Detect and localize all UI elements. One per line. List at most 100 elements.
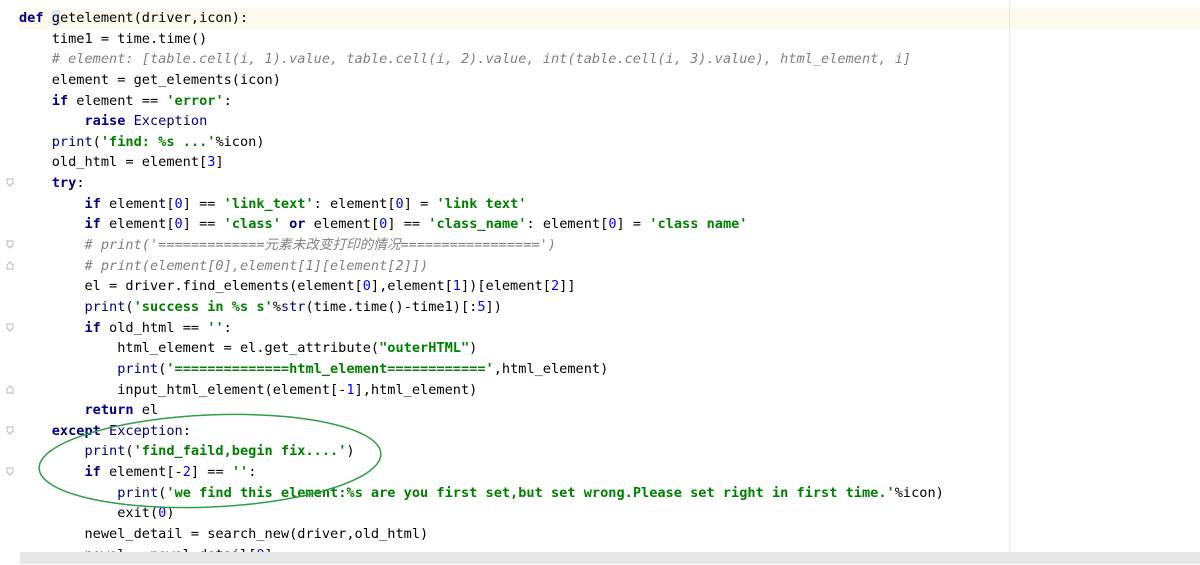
code-token: ( <box>92 133 101 150</box>
code-token: '==============html_element============' <box>166 360 494 377</box>
fold-marker-icon[interactable] <box>6 178 14 187</box>
code-token: : element[ <box>313 195 396 212</box>
code-token: if <box>84 319 101 336</box>
editor-gutter[interactable] <box>0 0 18 564</box>
code-text-area[interactable]: def getelement(driver,icon): time1 = tim… <box>19 8 944 565</box>
code-token: old_html == <box>100 319 208 336</box>
code-token: print <box>117 360 159 377</box>
code-token: input_html_element(element[- <box>19 381 347 398</box>
code-line[interactable]: input_html_element(element[-1],html_elem… <box>19 380 944 401</box>
code-line[interactable]: time1 = time.time() <box>19 29 944 50</box>
code-line[interactable]: html_element = el.get_attribute("outerHT… <box>19 338 944 359</box>
code-token: print <box>51 133 93 150</box>
code-line[interactable]: except Exception: <box>19 421 944 442</box>
code-token: 'we find this element:%s are you first s… <box>166 484 895 501</box>
code-line[interactable]: # print(element[0],element[1][element[2]… <box>19 256 944 277</box>
code-line[interactable]: if old_html == '': <box>19 318 944 339</box>
code-token: ) <box>469 340 478 357</box>
code-token: % <box>272 298 281 315</box>
code-line[interactable]: print('find: %s ...'%icon) <box>19 132 944 153</box>
code-line[interactable]: print('find_faild,begin fix....') <box>19 441 944 462</box>
fold-marker-icon[interactable] <box>6 385 14 394</box>
code-line[interactable]: old_html = element[3] <box>19 152 944 173</box>
code-token: : <box>76 175 85 192</box>
code-token: ) <box>166 505 175 522</box>
code-token: except <box>51 422 101 439</box>
code-token: %icon) <box>215 133 265 150</box>
fold-marker-icon[interactable] <box>6 240 14 249</box>
code-line[interactable]: if element[0] == 'class' or element[0] =… <box>19 214 944 235</box>
code-line[interactable]: newel_detail = search_new(driver,old_htm… <box>19 524 944 545</box>
code-token: element == <box>68 92 167 109</box>
code-token: el <box>133 402 159 419</box>
code-token: ],element[ <box>370 278 453 295</box>
code-line[interactable]: if element == 'error': <box>19 91 944 112</box>
code-token: 'link_text' <box>223 195 314 212</box>
fold-marker-icon[interactable] <box>6 323 14 332</box>
code-token: %icon) <box>894 484 944 501</box>
code-line[interactable]: # element: [table.cell(i, 1).value, tabl… <box>19 49 944 70</box>
code-token: el = driver.find_elements(element[ <box>19 278 363 295</box>
code-token: print <box>84 298 126 315</box>
code-token: : <box>248 464 257 481</box>
fold-marker-icon[interactable] <box>6 426 14 435</box>
code-token: "outerHTML" <box>379 340 470 357</box>
code-token: element[ <box>305 216 380 233</box>
code-token: ])[element[ <box>460 278 551 295</box>
code-line[interactable]: if element[0] == 'link_text': element[0]… <box>19 194 944 215</box>
fold-marker-icon[interactable] <box>6 467 14 476</box>
code-token: if <box>84 195 101 212</box>
code-token: time1 = time.time() <box>19 30 208 47</box>
code-token: ] == <box>190 464 232 481</box>
code-token: html_element = el.get_attribute( <box>19 340 380 357</box>
horizontal-scrollbar[interactable] <box>20 552 1200 564</box>
code-token: ] == <box>387 216 429 233</box>
code-line[interactable]: print('success in %s s'%str(time.time()-… <box>19 297 944 318</box>
fold-marker-icon[interactable] <box>6 261 14 270</box>
code-token: str <box>280 298 306 315</box>
code-token: 0 <box>608 216 617 233</box>
code-line[interactable]: el = driver.find_elements(element[0],ele… <box>19 276 944 297</box>
code-editor[interactable]: def getelement(driver,icon): time1 = tim… <box>0 0 1200 564</box>
code-token: element = get_elements(icon) <box>19 71 281 88</box>
code-line[interactable]: return el <box>19 400 944 421</box>
code-token: # print(element[0],element[1][element[2]… <box>19 257 429 274</box>
code-line[interactable]: raise Exception <box>19 111 944 132</box>
code-line[interactable]: print('we find this element:%s are you f… <box>19 483 944 504</box>
code-line[interactable]: # print('=============元素未改变打印的情况========… <box>19 235 944 256</box>
code-line[interactable]: element = get_elements(icon) <box>19 70 944 91</box>
code-token: : <box>223 92 232 109</box>
code-line[interactable]: def getelement(driver,icon): <box>19 8 944 29</box>
code-token: ],html_element) <box>354 381 478 398</box>
code-token: if <box>84 216 101 233</box>
code-token: 0 <box>395 195 404 212</box>
code-line[interactable]: print('==============html_element=======… <box>19 359 944 380</box>
code-token: 0 <box>362 278 371 295</box>
code-token: : <box>223 319 232 336</box>
code-line[interactable]: try: <box>19 173 944 194</box>
code-line[interactable]: if element[-2] == '': <box>19 462 944 483</box>
code-token: 'success in %s s' <box>133 298 273 315</box>
code-line[interactable]: exit(0) <box>19 503 944 524</box>
code-token: raise <box>84 113 126 130</box>
code-token: 'error' <box>166 92 224 109</box>
code-token: print <box>84 443 126 460</box>
code-token: ( <box>125 298 134 315</box>
code-token: ] = <box>616 216 650 233</box>
code-token: 'class' <box>223 216 281 233</box>
code-token: 1 <box>452 278 461 295</box>
code-token: element[ <box>100 216 175 233</box>
code-token: # element: [table.cell(i, 1).value, tabl… <box>19 51 912 68</box>
code-token: ] == <box>182 195 224 212</box>
code-token: ( <box>125 443 134 460</box>
code-token: ] == <box>182 216 224 233</box>
code-token: 5 <box>477 298 486 315</box>
